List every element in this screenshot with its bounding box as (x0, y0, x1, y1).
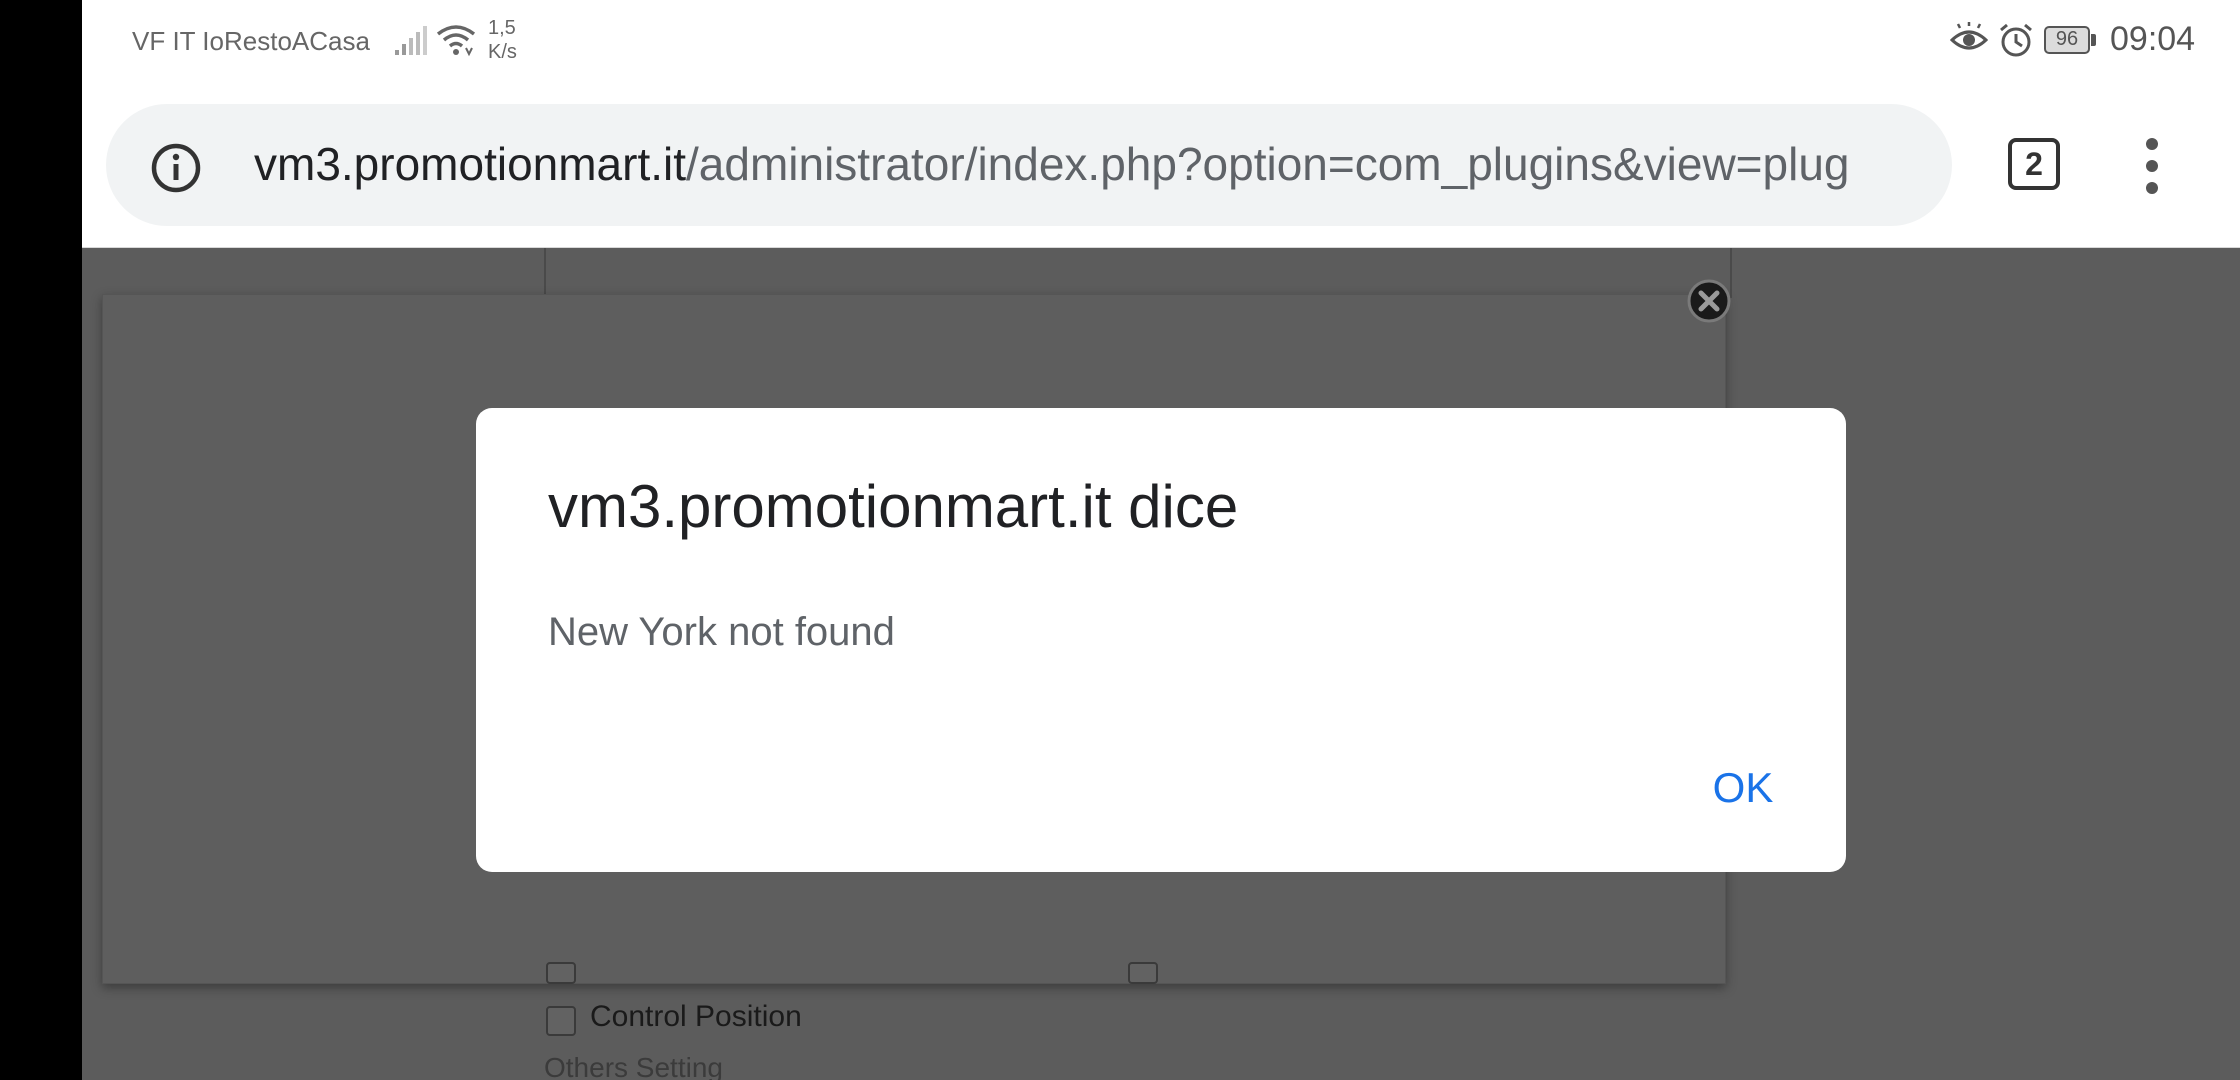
network-speed-value: 1,5 (488, 17, 516, 39)
ok-button[interactable]: OK (1698, 758, 1788, 818)
checkbox[interactable] (546, 962, 576, 984)
status-bar: VF IT IoRestoACasa 1,5 K/s 96 09:04 (82, 0, 2240, 82)
url-text[interactable]: vm3.promotionmart.it/administrator/index… (254, 134, 1914, 194)
control-position-label: Control Position (590, 1000, 802, 1033)
battery-level: 96 (2055, 28, 2079, 50)
network-speed: 1,5 K/s (488, 16, 548, 64)
browser-menu-button[interactable] (2140, 138, 2164, 194)
dialog-title: vm3.promotionmart.it dice (548, 473, 1239, 540)
wifi-icon (434, 22, 478, 63)
clock: 09:04 (2110, 20, 2196, 58)
url-path: /administrator/index.php?option=com_plug… (686, 138, 1850, 190)
phone-screen: VF IT IoRestoACasa 1,5 K/s 96 09:04 vm3.… (82, 0, 2240, 1080)
tab-switcher-button[interactable]: 2 (2008, 138, 2060, 190)
control-position-checkbox[interactable] (546, 1006, 576, 1036)
carrier-name: VF IT IoRestoACasa (132, 26, 370, 56)
address-bar[interactable]: vm3.promotionmart.it/administrator/index… (106, 104, 1952, 226)
info-icon[interactable] (150, 142, 202, 199)
alert-dialog: vm3.promotionmart.it dice New York not f… (476, 408, 1846, 872)
left-black-bar (0, 0, 82, 1080)
page-column-divider (544, 248, 546, 298)
browser-toolbar: vm3.promotionmart.it/administrator/index… (82, 82, 2240, 248)
eye-comfort-icon (1949, 22, 1989, 63)
others-setting-heading: Others Setting (544, 1052, 723, 1080)
dialog-message: New York not found (548, 610, 895, 654)
close-icon[interactable] (1686, 278, 1732, 324)
alarm-icon (1998, 22, 2034, 63)
battery-icon: 96 (2044, 26, 2096, 54)
checkbox[interactable] (1128, 962, 1158, 984)
signal-icon (394, 26, 428, 61)
url-host: vm3.promotionmart.it (254, 138, 687, 190)
network-speed-unit: K/s (488, 41, 517, 63)
